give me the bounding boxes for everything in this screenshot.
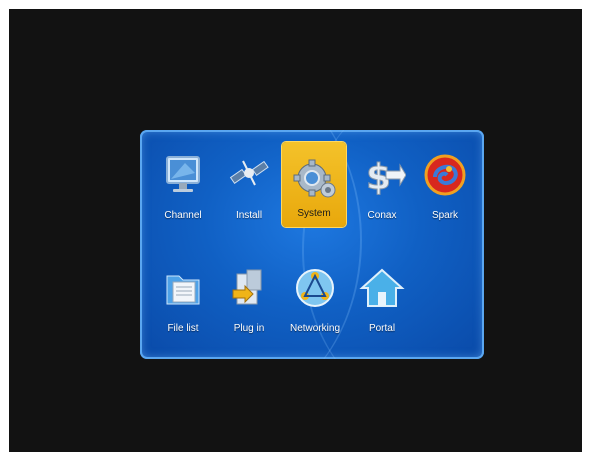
- gear-icon: [293, 159, 336, 198]
- menu-item-spark[interactable]: Spark: [415, 139, 475, 229]
- dollar-icon: $: [366, 157, 406, 199]
- network-icon: [296, 269, 334, 307]
- menu-item-portal[interactable]: Portal: [352, 252, 412, 342]
- folder-icon: [166, 275, 200, 305]
- home-icon: [359, 268, 405, 307]
- menu-item-plug-in[interactable]: Plug in: [219, 252, 279, 342]
- menu-item-file-list[interactable]: File list: [153, 252, 213, 342]
- menu-item-install[interactable]: Install: [219, 139, 279, 229]
- menu-item-system[interactable]: System: [282, 142, 346, 227]
- menu-item-conax[interactable]: $ Conax: [352, 139, 412, 229]
- tv-screen: Channel Install System $ Conax Spark Fil…: [9, 9, 582, 452]
- menu-item-label: Spark: [431, 210, 459, 221]
- main-menu-panel: Channel Install System $ Conax Spark Fil…: [140, 130, 484, 359]
- satellite-icon: [229, 160, 269, 186]
- menu-item-channel[interactable]: Channel: [153, 139, 213, 229]
- menu-item-label: Portal: [368, 323, 396, 334]
- spark-logo-icon: [424, 154, 466, 196]
- monitor-icon: [166, 156, 200, 192]
- menu-item-networking[interactable]: Networking: [285, 252, 345, 342]
- plugin-icon: [232, 269, 262, 305]
